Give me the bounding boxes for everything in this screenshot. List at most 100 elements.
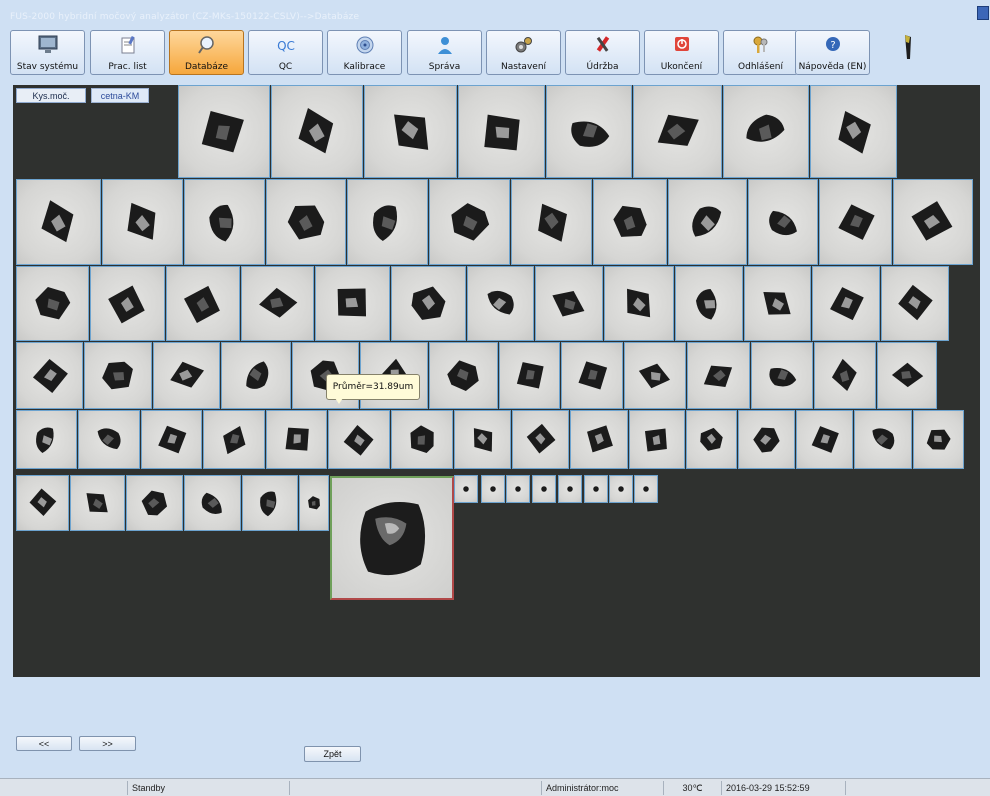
crystal-thumbnail[interactable] (668, 179, 747, 265)
crystal-thumbnail[interactable] (814, 342, 876, 409)
crystal-thumbnail[interactable] (686, 410, 737, 469)
crystal-thumbnail[interactable] (877, 342, 937, 409)
back-button[interactable]: Zpět (304, 746, 361, 762)
crystal-thumbnail[interactable] (738, 410, 795, 469)
toolbar-button-7[interactable]: Nastavení (486, 30, 561, 75)
crystal-thumbnail[interactable] (391, 266, 466, 341)
crystal-thumbnail[interactable] (796, 410, 853, 469)
status-bar: Standby Administrátor:moc 30℃ 2016-03-29… (0, 778, 990, 796)
crystal-thumbnail[interactable] (675, 266, 743, 341)
crystal-thumbnail[interactable] (535, 266, 603, 341)
crystal-thumbnail[interactable] (454, 410, 511, 469)
toolbar-button-4[interactable]: QC QC (248, 30, 323, 75)
filter-kys-moc-button[interactable]: Kys.moč. (16, 88, 86, 103)
crystal-thumbnail[interactable] (546, 85, 632, 178)
crystal-thumbnail[interactable] (84, 342, 152, 409)
crystal-thumbnail[interactable] (221, 342, 291, 409)
crystal-thumbnail[interactable] (241, 266, 314, 341)
crystal-thumbnail[interactable] (90, 266, 165, 341)
crystal-thumbnail[interactable] (141, 410, 202, 469)
crystal-thumbnail[interactable] (429, 179, 510, 265)
crystal-thumbnail[interactable] (78, 410, 140, 469)
toolbar-button-11[interactable]: ? Nápověda (EN) (795, 30, 870, 75)
crystal-thumbnail[interactable] (328, 410, 390, 469)
toolbar-button-8[interactable]: Údržba (565, 30, 640, 75)
toolbar-button-6[interactable]: Správa (407, 30, 482, 75)
crystal-thumbnail[interactable] (593, 179, 667, 265)
corner-button[interactable] (977, 6, 989, 20)
toolbar-button-9[interactable]: Ukončení (644, 30, 719, 75)
crystal-thumbnail[interactable] (633, 85, 722, 178)
crystal-thumbnail[interactable] (266, 179, 346, 265)
crystal-thumbnail[interactable] (893, 179, 973, 265)
crystal-thumbnail-small[interactable] (481, 475, 505, 503)
crystal-thumbnail[interactable] (70, 475, 125, 531)
crystal-thumbnail-small[interactable] (584, 475, 608, 503)
crystal-thumbnail[interactable] (315, 266, 390, 341)
previous-page-button[interactable]: << (16, 736, 72, 751)
crystal-thumbnail[interactable] (16, 342, 83, 409)
crystal-thumbnail[interactable] (819, 179, 892, 265)
crystal-thumbnail-small[interactable] (506, 475, 530, 503)
crystal-thumbnail[interactable] (913, 410, 964, 469)
crystal-thumbnail[interactable] (126, 475, 183, 531)
crystal-thumbnail[interactable] (153, 342, 220, 409)
toolbar-button-label: Nápověda (EN) (798, 62, 867, 72)
crystal-thumbnail[interactable] (748, 179, 818, 265)
crystal-thumbnail[interactable] (429, 342, 498, 409)
crystal-thumbnail[interactable] (723, 85, 809, 178)
toolbar-button-3[interactable]: Databáze (169, 30, 244, 75)
crystal-thumbnail[interactable] (512, 410, 569, 469)
crystal-thumbnail[interactable] (854, 410, 912, 469)
crystal-thumbnail[interactable] (812, 266, 880, 341)
crystal-thumbnail[interactable] (458, 85, 545, 178)
crystal-thumbnail[interactable] (184, 475, 241, 531)
crystal-thumbnail[interactable] (242, 475, 298, 531)
crystal-thumbnail[interactable] (364, 85, 457, 178)
crystal-thumbnail[interactable] (16, 475, 69, 531)
crystal-thumbnail-small[interactable] (532, 475, 556, 503)
crystal-thumbnail[interactable] (604, 266, 674, 341)
crystal-thumbnail[interactable] (203, 410, 265, 469)
crystal-thumbnail[interactable] (16, 179, 101, 265)
filter-cetna-km-button[interactable]: cetna-KM (91, 88, 149, 103)
toolbar-button-label: Kalibrace (343, 62, 386, 72)
power-icon (670, 35, 694, 55)
crystal-thumbnail[interactable] (629, 410, 685, 469)
crystal-thumbnail-small[interactable] (454, 475, 478, 503)
toolbar-button-label: Databáze (185, 62, 228, 72)
crystal-thumbnail-small[interactable] (634, 475, 658, 503)
crystal-thumbnail[interactable] (467, 266, 534, 341)
crystal-thumbnail[interactable] (184, 179, 265, 265)
crystal-thumbnail[interactable] (744, 266, 811, 341)
crystal-thumbnail[interactable] (16, 266, 89, 341)
crystal-thumbnail[interactable] (16, 410, 77, 469)
crystal-thumbnail[interactable] (166, 266, 240, 341)
crystal-thumbnail[interactable] (810, 85, 897, 178)
zoomed-crystal-preview (330, 476, 454, 600)
crystal-thumbnail[interactable] (751, 342, 813, 409)
crystal-thumbnail-small[interactable] (609, 475, 633, 503)
crystal-thumbnail[interactable] (570, 410, 628, 469)
toolbar-button-label: QC (278, 62, 293, 72)
crystal-thumbnail[interactable] (299, 475, 329, 531)
crystal-thumbnail[interactable] (391, 410, 453, 469)
toolbar-button-2[interactable]: Prac. list (90, 30, 165, 75)
crystal-thumbnail[interactable] (266, 410, 327, 469)
crystal-thumbnail[interactable] (561, 342, 623, 409)
crystal-thumbnail[interactable] (687, 342, 750, 409)
crystal-thumbnail[interactable] (271, 85, 363, 178)
crystal-thumbnail[interactable] (624, 342, 686, 409)
crystal-thumbnail[interactable] (102, 179, 183, 265)
crystal-thumbnail[interactable] (347, 179, 428, 265)
crystal-thumbnail[interactable] (499, 342, 560, 409)
toolbar-button-10[interactable]: Odhlášení (723, 30, 798, 75)
status-temperature: 30℃ (664, 781, 722, 795)
crystal-thumbnail[interactable] (881, 266, 949, 341)
toolbar-button-1[interactable]: Stav systému (10, 30, 85, 75)
crystal-thumbnail[interactable] (511, 179, 592, 265)
next-page-button[interactable]: >> (79, 736, 136, 751)
crystal-thumbnail-small[interactable] (558, 475, 582, 503)
toolbar-button-5[interactable]: Kalibrace (327, 30, 402, 75)
crystal-thumbnail[interactable] (178, 85, 270, 178)
